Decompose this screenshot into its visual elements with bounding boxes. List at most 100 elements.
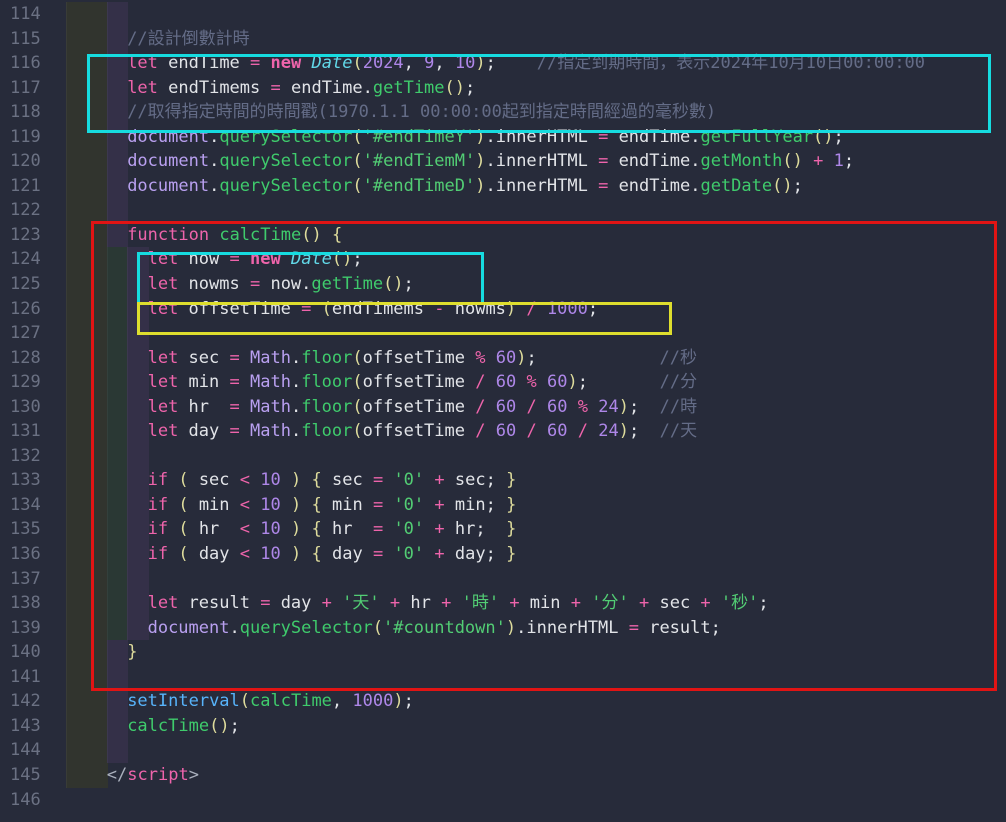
code-token: if: [148, 519, 168, 539]
code-line[interactable]: 122: [0, 198, 1006, 223]
line-number[interactable]: 145: [0, 763, 66, 788]
code-token: .innerHTML: [485, 176, 598, 196]
line-number[interactable]: 127: [0, 321, 66, 346]
line-number[interactable]: 132: [0, 444, 66, 469]
code-line[interactable]: 130let hr = Math.floor(offsetTime / 60 /…: [0, 395, 1006, 420]
code-line[interactable]: 124let now = new Date();: [0, 247, 1006, 272]
line-number[interactable]: 121: [0, 174, 66, 199]
code-line[interactable]: 140}: [0, 640, 1006, 665]
code-line[interactable]: 141: [0, 665, 1006, 690]
line-number[interactable]: 134: [0, 493, 66, 518]
line-number[interactable]: 120: [0, 149, 66, 174]
code-line[interactable]: 139document.querySelector('#countdown').…: [0, 616, 1006, 641]
code-token: %: [578, 397, 588, 417]
code-token: 10: [260, 470, 280, 490]
line-number[interactable]: 115: [0, 27, 66, 52]
code-token: [281, 495, 291, 515]
line-number[interactable]: 140: [0, 640, 66, 665]
code-token: 10: [260, 544, 280, 564]
code-line[interactable]: 145</script>: [0, 763, 1006, 788]
line-number[interactable]: 126: [0, 297, 66, 322]
line-number[interactable]: 124: [0, 247, 66, 272]
code-token: day: [270, 593, 321, 613]
line-number[interactable]: 131: [0, 419, 66, 444]
code-token: .innerHTML: [485, 127, 598, 147]
code-line[interactable]: 127: [0, 321, 1006, 346]
code-line[interactable]: 119document.querySelector('#endTimeY').i…: [0, 125, 1006, 150]
code-line[interactable]: 146: [0, 788, 1006, 813]
code-token: new: [250, 249, 281, 269]
line-number[interactable]: 138: [0, 591, 66, 616]
line-number[interactable]: 117: [0, 76, 66, 101]
code-line[interactable]: 121document.querySelector('#endTimeD').i…: [0, 174, 1006, 199]
code-token: ;: [629, 397, 660, 417]
code-line[interactable]: 114: [0, 2, 1006, 27]
line-number[interactable]: 128: [0, 346, 66, 371]
code-line[interactable]: 118//取得指定時間的時間戳(1970.1.1 00:00:00起到指定時間經…: [0, 100, 1006, 125]
code-line[interactable]: 129let min = Math.floor(offsetTime / 60 …: [0, 370, 1006, 395]
code-line[interactable]: 142setInterval(calcTime, 1000);: [0, 689, 1006, 714]
code-line[interactable]: 126let offsetTime = (endTimems - nowms) …: [0, 297, 1006, 322]
code-line[interactable]: 132: [0, 444, 1006, 469]
code-token: ;: [629, 421, 660, 441]
line-number[interactable]: 135: [0, 517, 66, 542]
line-number[interactable]: 118: [0, 100, 66, 125]
line-number[interactable]: 116: [0, 51, 66, 76]
code-token: floor: [301, 348, 352, 368]
code-line[interactable]: 133if ( sec < 10 ) { sec = '0' + sec; }: [0, 468, 1006, 493]
code-token: (: [178, 470, 188, 490]
code-line[interactable]: 116let endTime = new Date(2024, 9, 10); …: [0, 51, 1006, 76]
code-token: [240, 372, 250, 392]
code-token: sec;: [445, 470, 506, 490]
code-line[interactable]: 115//設計倒數計時: [0, 27, 1006, 52]
code-text: //設計倒數計時: [66, 27, 250, 52]
line-number[interactable]: 136: [0, 542, 66, 567]
code-token: //時: [660, 397, 697, 417]
code-token: ): [475, 127, 485, 147]
code-token: now: [178, 249, 229, 269]
line-number[interactable]: 123: [0, 223, 66, 248]
code-token: ;: [486, 53, 537, 73]
indent-guide-band: [66, 665, 108, 690]
line-number[interactable]: 142: [0, 689, 66, 714]
code-token: min;: [445, 495, 506, 515]
code-token: =: [250, 274, 260, 294]
code-text: let sec = Math.floor(offsetTime % 60); /…: [66, 346, 697, 371]
code-token: hr: [400, 593, 441, 613]
code-line-content: setInterval(calcTime, 1000);: [66, 689, 1006, 714]
code-token: ;: [793, 176, 803, 196]
code-token: ): [516, 348, 526, 368]
line-number[interactable]: 139: [0, 616, 66, 641]
code-token: 1: [834, 151, 844, 171]
code-line[interactable]: 117let endTimems = endTime.getTime();: [0, 76, 1006, 101]
code-line[interactable]: 125let nowms = now.getTime();: [0, 272, 1006, 297]
line-number[interactable]: 137: [0, 567, 66, 592]
code-token: //秒: [660, 348, 697, 368]
code-editor[interactable]: 114115//設計倒數計時116let endTime = new Date(…: [0, 0, 1006, 822]
line-number[interactable]: 129: [0, 370, 66, 395]
code-line[interactable]: 120document.querySelector('#endTiemM').i…: [0, 149, 1006, 174]
code-token: (): [445, 78, 465, 98]
line-number[interactable]: 146: [0, 788, 66, 813]
code-line[interactable]: 144: [0, 738, 1006, 763]
code-line[interactable]: 143calcTime();: [0, 714, 1006, 739]
line-number[interactable]: 143: [0, 714, 66, 739]
code-line[interactable]: 128let sec = Math.floor(offsetTime % 60)…: [0, 346, 1006, 371]
line-number[interactable]: 119: [0, 125, 66, 150]
line-number[interactable]: 130: [0, 395, 66, 420]
code-line[interactable]: 131let day = Math.floor(offsetTime / 60 …: [0, 419, 1006, 444]
line-number[interactable]: 133: [0, 468, 66, 493]
line-number[interactable]: 144: [0, 738, 66, 763]
code-token: <: [240, 470, 250, 490]
line-number[interactable]: 141: [0, 665, 66, 690]
code-line[interactable]: 134if ( min < 10 ) { min = '0' + min; }: [0, 493, 1006, 518]
code-line[interactable]: 137: [0, 567, 1006, 592]
code-token: let: [148, 421, 179, 441]
code-line[interactable]: 123function calcTime() {: [0, 223, 1006, 248]
line-number[interactable]: 114: [0, 2, 66, 27]
line-number[interactable]: 122: [0, 198, 66, 223]
code-line[interactable]: 138let result = day + '天' + hr + '時' + m…: [0, 591, 1006, 616]
line-number[interactable]: 125: [0, 272, 66, 297]
code-line[interactable]: 136if ( day < 10 ) { day = '0' + day; }: [0, 542, 1006, 567]
code-line[interactable]: 135if ( hr < 10 ) { hr = '0' + hr; }: [0, 517, 1006, 542]
